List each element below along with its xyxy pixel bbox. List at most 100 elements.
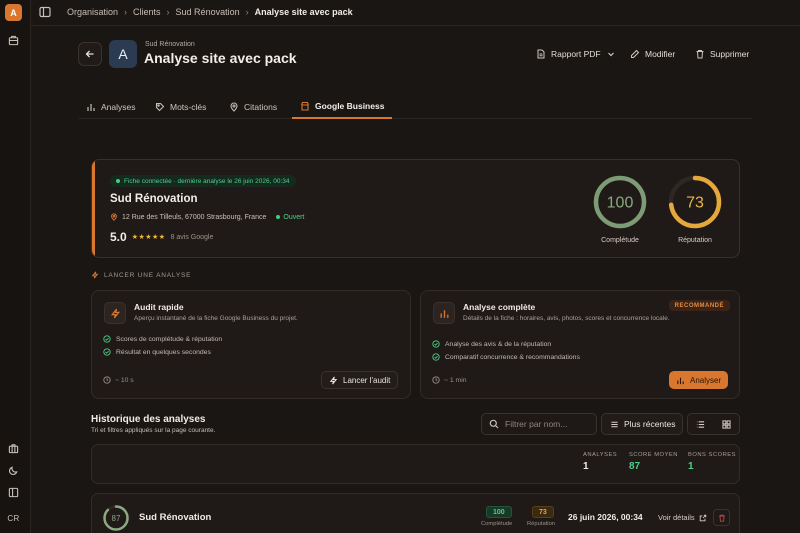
list-view-button[interactable] [688, 414, 714, 434]
analyze-label: Analyser [690, 375, 722, 385]
full-analysis-title: Analyse complète [463, 302, 536, 312]
check-circle-icon [432, 340, 440, 348]
full-analysis-desc: Détails de la fiche : horaires, avis, ph… [463, 315, 670, 322]
check-text: Résultat en quelques secondes [116, 348, 211, 356]
history-stats: ANALYSES 1 SCORE MOYEN 87 BONS SCORES 1 [91, 444, 740, 484]
stat-good-scores: BONS SCORES 1 [688, 452, 736, 472]
review-count: 8 avis Google [170, 233, 214, 241]
view-details-link[interactable]: Voir détails [658, 513, 707, 522]
history-title: Historique des analyses [91, 414, 206, 425]
chevron-right-icon: › [124, 7, 128, 17]
back-button[interactable] [78, 42, 102, 66]
view-details-label: Voir détails [658, 513, 695, 522]
edit-button[interactable]: Modifier [624, 44, 681, 63]
row-completeness-badge: 100 [486, 506, 512, 518]
row-name: Sud Rénovation [139, 512, 212, 523]
grid-icon [722, 419, 731, 429]
sort-button[interactable]: Plus récentes [601, 413, 683, 435]
connection-status-badge: Fiche connectée · dernière analyse le 26… [110, 175, 296, 187]
user-initials[interactable]: CR [3, 509, 24, 527]
grid-view-button[interactable] [714, 414, 740, 434]
trash-icon [718, 514, 726, 522]
row-score: 87 [112, 514, 121, 523]
building-icon[interactable] [6, 33, 20, 47]
file-icon [536, 49, 546, 59]
quick-audit-desc: Aperçu instantané de la fiche Google Bus… [134, 315, 298, 322]
chevron-down-icon [606, 49, 616, 59]
check-item: Résultat en quelques secondes [103, 348, 211, 356]
app-logo[interactable]: A [5, 4, 22, 21]
lightning-icon [329, 376, 338, 385]
search-input[interactable] [505, 419, 593, 429]
stat-value: 1 [688, 461, 694, 472]
breadcrumb-client[interactable]: Sud Rénovation [176, 7, 240, 17]
check-text: Analyse des avis & de la réputation [445, 340, 552, 348]
tab-analyses[interactable]: Analyses [78, 94, 144, 119]
arrow-left-icon [85, 50, 94, 58]
reputation-score: 73 [686, 195, 704, 212]
business-name: Sud Rénovation [110, 193, 198, 205]
row-reputation-badge: 73 [532, 506, 554, 518]
check-text: Comparatif concurrence & recommandations [445, 353, 580, 361]
row-score-gauge: 87 [103, 505, 129, 531]
completeness-gauge: 100 [593, 175, 647, 229]
completeness-score: 100 [607, 195, 634, 212]
row-delete-button[interactable] [713, 509, 730, 526]
tab-citations[interactable]: Citations [221, 94, 285, 119]
tab-label: Analyses [101, 101, 136, 112]
open-status: Ouvert [276, 214, 304, 221]
quick-audit-card: Audit rapide Aperçu instantané de la fic… [91, 290, 411, 399]
reputation-label: Réputation [678, 237, 712, 244]
external-link-icon [699, 514, 707, 522]
card-accent [92, 160, 95, 257]
map-pin-icon [110, 213, 118, 221]
tabs: Analyses Mots-clés Citations Google Busi… [78, 94, 752, 119]
launch-audit-button[interactable]: Lancer l'audit [321, 371, 399, 389]
trash-icon [695, 49, 705, 59]
stat-label: SCORE MOYEN [629, 452, 678, 458]
duration-text: ~ 1 min [444, 376, 467, 384]
sidebar-toggle-icon[interactable] [39, 6, 52, 19]
check-circle-icon [103, 348, 111, 356]
list-icon [696, 420, 705, 429]
pdf-report-button[interactable]: Rapport PDF [530, 44, 622, 63]
view-toggle [687, 413, 740, 435]
status-dot [116, 179, 120, 183]
check-item: Analyse des avis & de la réputation [432, 340, 551, 348]
briefcase-icon[interactable] [6, 441, 20, 455]
tab-keywords[interactable]: Mots-clés [147, 94, 214, 119]
stat-value: 87 [629, 461, 641, 472]
breadcrumb-organisation[interactable]: Organisation [67, 7, 118, 17]
check-item: Scores de complétude & réputation [103, 335, 222, 343]
row-reputation-label: Réputation [527, 521, 556, 527]
breadcrumb: Organisation › Clients › Sud Rénovation … [67, 7, 353, 17]
store-icon [300, 101, 310, 111]
project-avatar: A [109, 40, 137, 68]
business-address-row: 12 Rue des Tilleuls, 67000 Strasbourg, F… [110, 213, 304, 221]
analyze-button[interactable]: Analyser [669, 371, 729, 389]
moon-icon[interactable] [6, 463, 20, 477]
tab-google-business[interactable]: Google Business [292, 94, 393, 119]
map-pin-icon [229, 102, 239, 112]
page-title: Analyse site avec pack [144, 50, 297, 66]
pdf-report-label: Rapport PDF [551, 48, 601, 59]
open-dot [276, 215, 281, 219]
delete-button[interactable]: Supprimer [689, 44, 755, 63]
book-icon[interactable] [6, 485, 20, 499]
bar-chart-icon [676, 376, 685, 385]
history-subtitle: Tri et filtres appliqués sur la page cou… [91, 427, 216, 434]
history-row[interactable]: 87 Sud Rénovation 100 Complétude 73 Répu… [91, 493, 740, 533]
check-text: Scores de complétude & réputation [116, 335, 223, 343]
sort-icon [610, 420, 619, 429]
stat-label: BONS SCORES [688, 452, 737, 458]
completeness-label: Complétude [601, 237, 639, 244]
rating-value: 5.0 [110, 230, 127, 244]
check-circle-icon [103, 335, 111, 343]
pencil-icon [630, 49, 640, 59]
recommended-badge: RECOMMANDÉ [668, 300, 730, 311]
breadcrumb-clients[interactable]: Clients [133, 7, 161, 17]
rating-row: 5.0 ★★★★★ 8 avis Google [110, 230, 213, 244]
tag-icon [155, 102, 165, 112]
business-summary-card: Fiche connectée · dernière analyse le 26… [91, 159, 740, 258]
edit-label: Modifier [645, 48, 676, 59]
